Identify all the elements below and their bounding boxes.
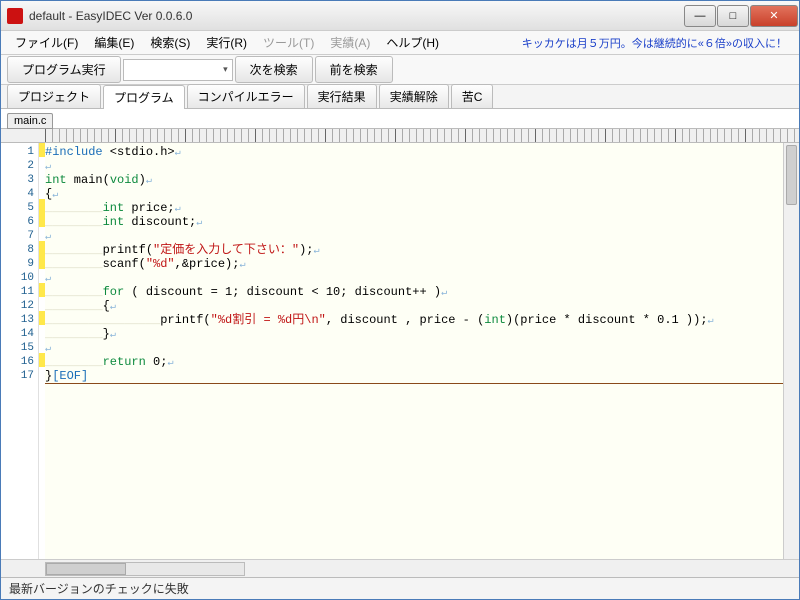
status-text: 最新バージョンのチェックに失敗 bbox=[9, 580, 189, 597]
statusbar: 最新バージョンのチェックに失敗 bbox=[1, 577, 799, 599]
toolbar: プログラム実行 ▾ 次を検索 前を検索 bbox=[1, 55, 799, 85]
line-number: 10 bbox=[1, 271, 38, 285]
line-number: 11 bbox=[1, 285, 38, 299]
line-number: 8 bbox=[1, 243, 38, 257]
titlebar: default - EasyIDEC Ver 0.0.6.0 — □ ✕ bbox=[1, 1, 799, 31]
line-number: 3 bbox=[1, 173, 38, 187]
menu-file[interactable]: ファイル(F) bbox=[7, 31, 86, 54]
vscroll-thumb[interactable] bbox=[786, 145, 797, 205]
find-prev-button[interactable]: 前を検索 bbox=[315, 56, 393, 83]
file-tab-main-c[interactable]: main.c bbox=[7, 113, 53, 129]
menu-edit[interactable]: 編集(E) bbox=[86, 31, 142, 54]
menu-run[interactable]: 実行(R) bbox=[198, 31, 255, 54]
tab-project[interactable]: プロジェクト bbox=[7, 84, 101, 108]
line-number: 4 bbox=[1, 187, 38, 201]
line-number: 13 bbox=[1, 313, 38, 327]
line-number: 6 bbox=[1, 215, 38, 229]
code-line[interactable]: ________return 0;↵ bbox=[45, 355, 799, 369]
tab-kuc[interactable]: 苦C bbox=[451, 84, 494, 108]
minimize-button[interactable]: — bbox=[684, 5, 716, 27]
code-line[interactable]: {↵ bbox=[45, 187, 799, 201]
chevron-down-icon: ▾ bbox=[223, 64, 228, 75]
menu-result[interactable]: 実績(A) bbox=[322, 31, 378, 54]
line-number: 9 bbox=[1, 257, 38, 271]
line-number-gutter: 1234567891011121314151617 bbox=[1, 143, 39, 559]
hscroll-thumb[interactable] bbox=[46, 563, 126, 575]
code-line[interactable]: }[EOF] bbox=[45, 369, 799, 383]
menu-tool[interactable]: ツール(T) bbox=[255, 31, 322, 54]
menu-search[interactable]: 検索(S) bbox=[142, 31, 198, 54]
code-line[interactable]: #include <stdio.h>↵ bbox=[45, 145, 799, 159]
code-line[interactable]: ________int discount;↵ bbox=[45, 215, 799, 229]
promo-link[interactable]: キッカケは月５万円。今は継続的に«６倍»の収入に！ bbox=[522, 35, 793, 51]
line-number: 16 bbox=[1, 355, 38, 369]
line-number: 2 bbox=[1, 159, 38, 173]
maximize-button[interactable]: □ bbox=[717, 5, 749, 27]
code-line[interactable]: ________scanf("%d",&price);↵ bbox=[45, 257, 799, 271]
horizontal-scrollbar[interactable] bbox=[45, 562, 245, 576]
tab-compile-error[interactable]: コンパイルエラー bbox=[187, 84, 305, 108]
code-line[interactable]: ________}↵ bbox=[45, 327, 799, 341]
find-next-button[interactable]: 次を検索 bbox=[235, 56, 313, 83]
code-line[interactable]: ↵ bbox=[45, 159, 799, 173]
run-program-button[interactable]: プログラム実行 bbox=[7, 56, 121, 83]
code-line[interactable]: ________int price;↵ bbox=[45, 201, 799, 215]
app-icon bbox=[7, 8, 23, 24]
line-number: 12 bbox=[1, 299, 38, 313]
search-combo[interactable]: ▾ bbox=[123, 59, 233, 81]
code-line[interactable]: ________printf("定価を入力して下さい：");↵ bbox=[45, 243, 799, 257]
menu-help[interactable]: ヘルプ(H) bbox=[378, 31, 447, 54]
code-line[interactable]: int main(void)↵ bbox=[45, 173, 799, 187]
tab-result-clear[interactable]: 実績解除 bbox=[379, 84, 449, 108]
hscroll-area bbox=[1, 559, 799, 577]
line-number: 17 bbox=[1, 369, 38, 383]
tab-program[interactable]: プログラム bbox=[103, 85, 185, 109]
code-line[interactable]: ↵ bbox=[45, 229, 799, 243]
line-number: 5 bbox=[1, 201, 38, 215]
code-content[interactable]: #include <stdio.h>↵↵int main(void)↵{↵___… bbox=[45, 143, 799, 559]
code-line[interactable]: ________________printf("%d割引 = %d円\n", d… bbox=[45, 313, 799, 327]
tab-run-result[interactable]: 実行結果 bbox=[307, 84, 377, 108]
eof-line bbox=[45, 383, 799, 384]
code-line[interactable]: ________for ( discount = 1; discount < 1… bbox=[45, 285, 799, 299]
code-line[interactable]: ________{↵ bbox=[45, 299, 799, 313]
code-line[interactable]: ↵ bbox=[45, 341, 799, 355]
vertical-scrollbar[interactable] bbox=[783, 143, 799, 559]
window-title: default - EasyIDEC Ver 0.0.6.0 bbox=[29, 9, 684, 23]
code-line[interactable]: ↵ bbox=[45, 271, 799, 285]
editor[interactable]: 1234567891011121314151617 #include <stdi… bbox=[1, 143, 799, 559]
line-number: 1 bbox=[1, 145, 38, 159]
file-tabbar: main.c bbox=[1, 109, 799, 129]
line-number: 14 bbox=[1, 327, 38, 341]
line-number: 15 bbox=[1, 341, 38, 355]
close-button[interactable]: ✕ bbox=[750, 5, 798, 27]
tabbar: プロジェクト プログラム コンパイルエラー 実行結果 実績解除 苦C bbox=[1, 85, 799, 109]
ruler bbox=[1, 129, 799, 143]
menubar: ファイル(F) 編集(E) 検索(S) 実行(R) ツール(T) 実績(A) ヘ… bbox=[1, 31, 799, 55]
line-number: 7 bbox=[1, 229, 38, 243]
